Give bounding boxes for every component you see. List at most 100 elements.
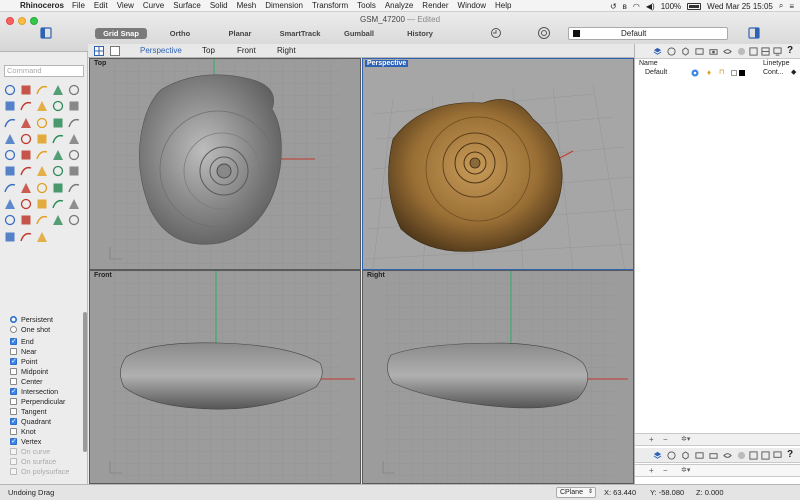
wifi-icon[interactable]: ◠: [633, 2, 640, 11]
tab-front[interactable]: Front: [237, 46, 256, 55]
sweep-tool-icon[interactable]: [51, 116, 65, 130]
smarttrack-toggle[interactable]: SmartTrack: [272, 28, 328, 39]
viewport-right[interactable]: Right: [362, 270, 634, 484]
fillet-tool-icon[interactable]: [51, 99, 65, 113]
menu-app[interactable]: Rhinoceros: [20, 1, 64, 10]
box-icon-bottom[interactable]: [681, 451, 690, 460]
polygon-tool-icon[interactable]: [35, 99, 49, 113]
command-input[interactable]: Command: [4, 65, 84, 77]
history-recording-icon[interactable]: [490, 27, 502, 39]
tab-perspective[interactable]: Perspective: [140, 46, 182, 55]
menu-surface[interactable]: Surface: [173, 1, 201, 10]
menu-dimension[interactable]: Dimension: [265, 1, 303, 10]
viewport-perspective[interactable]: Perspective: [362, 58, 634, 270]
circle-tool-icon[interactable]: [51, 83, 65, 97]
remove-button-bottom[interactable]: −: [663, 467, 668, 476]
battery-icon[interactable]: [687, 2, 702, 10]
extend-tool-icon[interactable]: [67, 99, 81, 113]
spin-tool-icon[interactable]: [19, 230, 33, 244]
add-button-bottom[interactable]: +: [649, 467, 654, 476]
viewport-label-perspective[interactable]: Perspective: [365, 60, 409, 67]
menu-analyze[interactable]: Analyze: [385, 1, 413, 10]
menu-window[interactable]: Window: [458, 1, 486, 10]
copy-tool-icon[interactable]: [19, 164, 33, 178]
properties-icon[interactable]: [667, 47, 676, 56]
material-tool-icon[interactable]: [35, 213, 49, 227]
render-tool-icon[interactable]: [3, 213, 17, 227]
environment-icon[interactable]: [761, 47, 770, 56]
viewport-label-top[interactable]: Top: [92, 60, 108, 67]
display-icon-bottom[interactable]: [695, 451, 704, 460]
toggle-left-sidebar-icon[interactable]: [40, 27, 52, 39]
help-icon[interactable]: ?: [787, 45, 793, 56]
cplane-tool-icon[interactable]: [35, 230, 49, 244]
visible-bulb-icon[interactable]: ♦: [707, 68, 711, 77]
gumball-toggle[interactable]: Gumball: [336, 28, 382, 39]
rectangle-tool-icon[interactable]: [19, 99, 33, 113]
menu-help[interactable]: Help: [495, 1, 511, 10]
planar-toggle[interactable]: Planar: [222, 28, 258, 39]
cplane-selector[interactable]: CPlane ⇕: [556, 487, 596, 498]
single-viewport-icon[interactable]: [110, 46, 120, 56]
sun-tool-icon[interactable]: [19, 213, 33, 227]
curve-tool-icon[interactable]: [35, 83, 49, 97]
menu-tools[interactable]: Tools: [357, 1, 376, 10]
display-mode-icon-bottom[interactable]: [773, 451, 782, 460]
ellipse-tool-icon[interactable]: [3, 99, 17, 113]
environment-icon-bottom[interactable]: [761, 451, 770, 460]
menu-transform[interactable]: Transform: [312, 1, 348, 10]
cylinder-tool-icon[interactable]: [35, 132, 49, 146]
box-tool-icon[interactable]: [3, 132, 17, 146]
revolve-tool-icon[interactable]: [35, 116, 49, 130]
toggle-right-sidebar-icon[interactable]: [748, 27, 760, 39]
properties-icon-bottom[interactable]: [667, 451, 676, 460]
lock-icon[interactable]: ⊓: [719, 68, 724, 76]
remove-layer-button[interactable]: −: [663, 436, 668, 445]
search-icon[interactable]: ⌕: [779, 1, 783, 11]
display-icon[interactable]: [695, 47, 704, 56]
layer-color-swatch[interactable]: [739, 70, 745, 76]
join-tool-icon[interactable]: [35, 148, 49, 162]
layer-linetype[interactable]: Cont...: [763, 69, 784, 76]
menu-curve[interactable]: Curve: [143, 1, 164, 10]
grid-snap-toggle[interactable]: Grid Snap: [95, 28, 147, 39]
camera-tool-icon[interactable]: [67, 197, 81, 211]
display-mode-icon[interactable]: [773, 47, 782, 56]
current-layer-radio-icon[interactable]: [691, 69, 699, 77]
lights-icon-bottom[interactable]: [749, 451, 758, 460]
check-tool-icon[interactable]: [67, 213, 81, 227]
notification-center-icon[interactable]: ≡: [789, 2, 794, 11]
viewport-top[interactable]: Top: [89, 58, 361, 270]
move-tool-icon[interactable]: [3, 164, 17, 178]
camera-icon-bottom[interactable]: [709, 451, 718, 460]
visibility-icon[interactable]: [723, 47, 732, 56]
clock[interactable]: Wed Mar 25 15:05: [707, 2, 773, 11]
camera-icon[interactable]: [709, 47, 718, 56]
array-tool-icon[interactable]: [67, 164, 81, 178]
group-tool-icon[interactable]: [3, 197, 17, 211]
layer-row-default[interactable]: Default ♦ ⊓ Cont... ◆: [635, 68, 800, 79]
linetype-arrow-icon[interactable]: ◆: [791, 68, 796, 76]
array-polar-tool-icon[interactable]: [3, 181, 17, 195]
osnap-scrollbar[interactable]: [83, 312, 87, 452]
menu-file[interactable]: File: [72, 1, 85, 10]
layer-tool-icon[interactable]: [19, 197, 33, 211]
lights-icon[interactable]: [749, 47, 758, 56]
extrude-tool-icon[interactable]: [67, 116, 81, 130]
print-color-swatch[interactable]: [731, 70, 737, 76]
split-tool-icon[interactable]: [3, 148, 17, 162]
column-header-name[interactable]: Name: [639, 60, 658, 67]
trim-tool-icon[interactable]: [19, 148, 33, 162]
layers-icon[interactable]: [653, 47, 662, 56]
help-icon-bottom[interactable]: ?: [787, 449, 793, 460]
surface-tool-icon[interactable]: [3, 116, 17, 130]
current-layer-selector[interactable]: Default: [568, 27, 728, 40]
add-layer-button[interactable]: +: [649, 436, 654, 445]
layer-options-gear-icon[interactable]: ✲▾: [681, 436, 690, 445]
scale-tool-icon[interactable]: [35, 164, 49, 178]
visibility-icon-bottom[interactable]: [723, 451, 732, 460]
analysis-tool-icon[interactable]: [35, 197, 49, 211]
menu-render[interactable]: Render: [422, 1, 448, 10]
tab-top[interactable]: Top: [202, 46, 215, 55]
light-tool-icon[interactable]: [51, 197, 65, 211]
